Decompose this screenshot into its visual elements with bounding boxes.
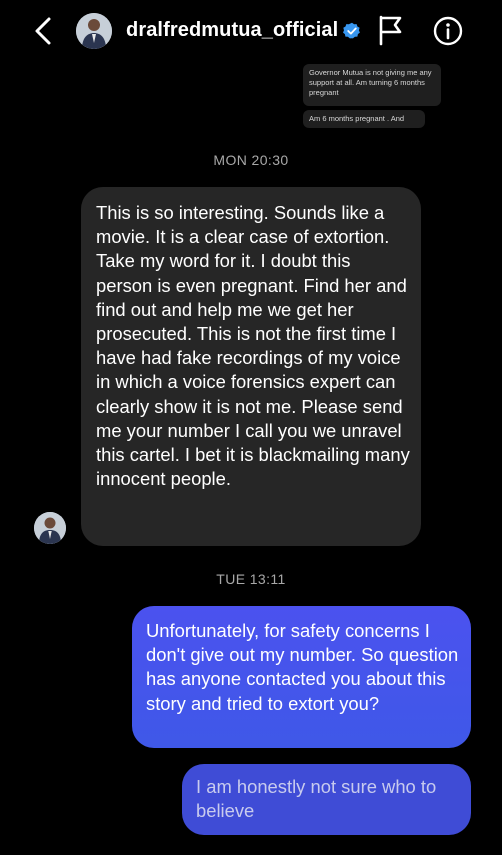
timestamp: MON 20:30 [213, 152, 289, 168]
profile-photo [34, 512, 66, 544]
incoming-message[interactable]: This is so interesting. Sounds like a mo… [81, 187, 421, 546]
avatar[interactable] [76, 13, 112, 49]
timestamp: TUE 13:11 [216, 571, 286, 587]
outgoing-message[interactable]: I am honestly not sure who to believe [182, 764, 471, 835]
outgoing-message[interactable]: Unfortunately, for safety concerns I don… [132, 606, 471, 748]
verified-badge-icon [343, 22, 360, 39]
profile-photo [76, 13, 112, 49]
earlier-message[interactable]: Governor Mutua is not giving me any supp… [303, 64, 441, 106]
chevron-left-icon[interactable] [30, 16, 56, 46]
username[interactable]: dralfredmutua_official [126, 19, 338, 42]
chat-header: dralfredmutua_official [0, 0, 502, 62]
sender-avatar[interactable] [34, 512, 66, 544]
flag-icon[interactable] [378, 14, 404, 46]
earlier-message[interactable]: Am 6 months pregnant . And [303, 110, 425, 128]
info-icon[interactable] [433, 16, 463, 46]
